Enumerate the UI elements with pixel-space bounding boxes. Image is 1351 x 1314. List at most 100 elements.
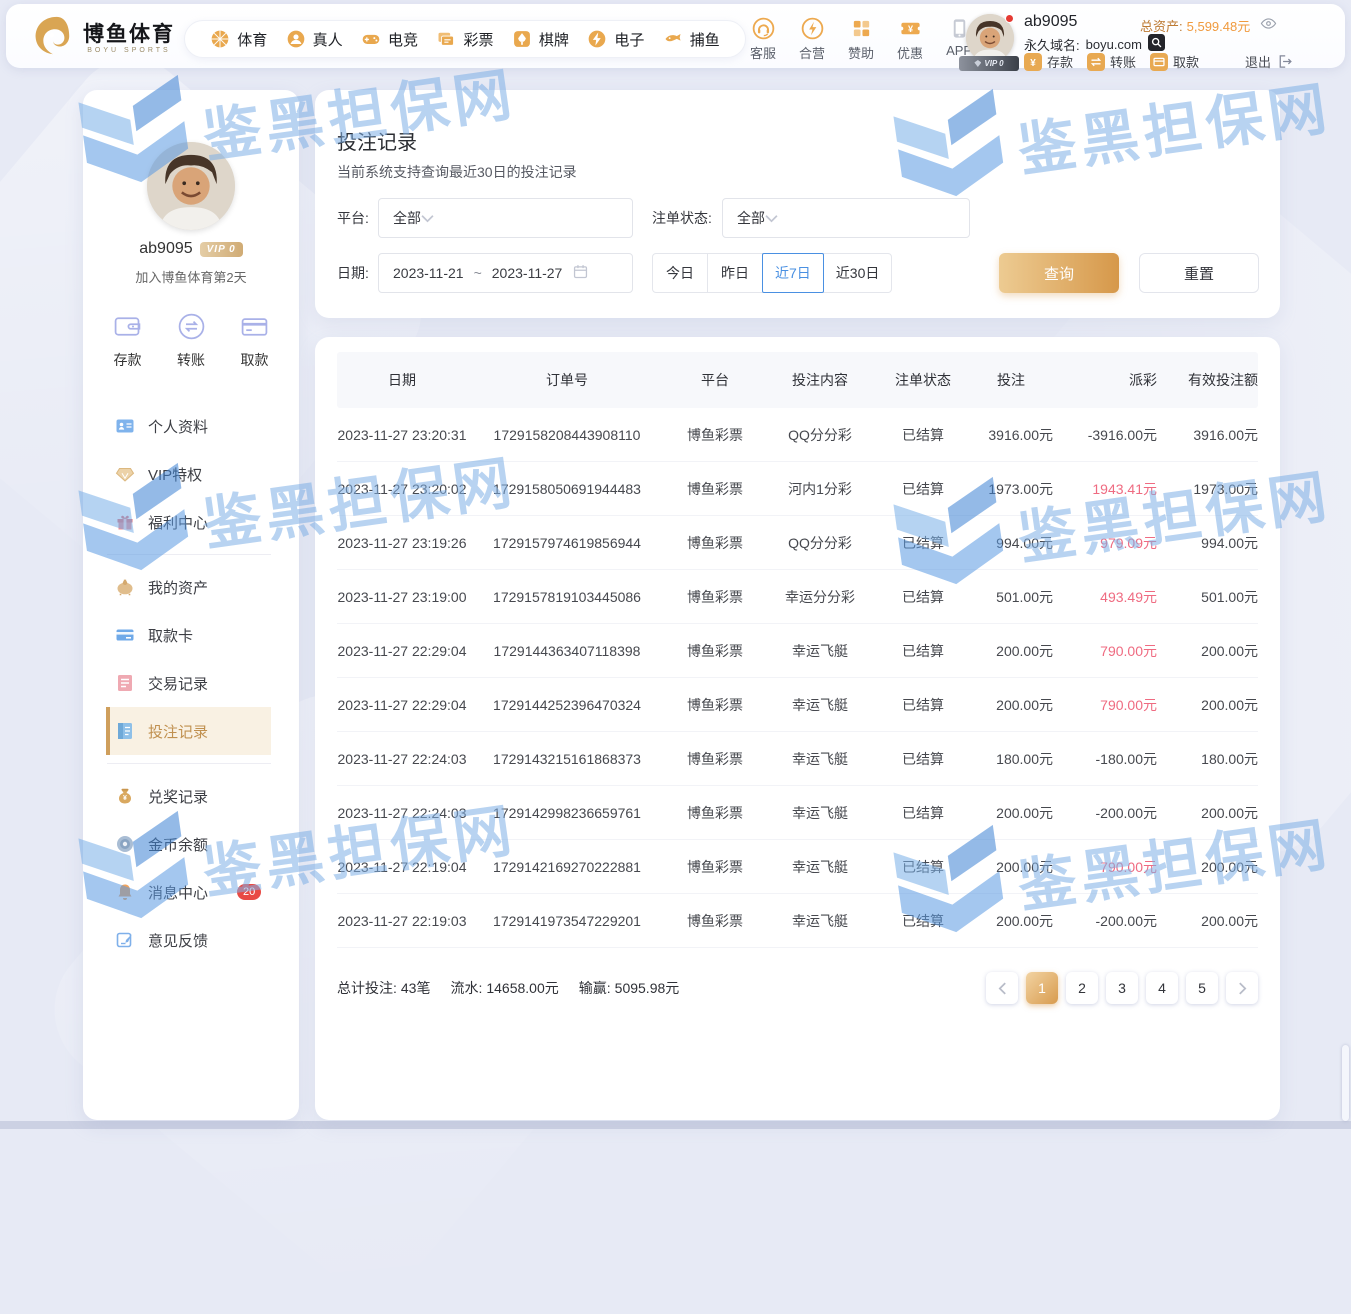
cell-status: 已结算 xyxy=(877,749,969,769)
transfer-button[interactable]: 转账 xyxy=(1087,52,1136,71)
withdraw-mini-icon xyxy=(1150,53,1168,71)
quick-link-promo[interactable]: ¥优惠 xyxy=(897,17,923,62)
sidebar-item-redeem[interactable]: ¥兑奖记录 xyxy=(106,772,271,820)
eye-icon[interactable] xyxy=(1254,15,1277,35)
nav-item-label: 电竞 xyxy=(388,29,418,50)
quick-link-partnership[interactable]: 合营 xyxy=(799,17,825,62)
cell-valid: 200.00元 xyxy=(1157,803,1258,823)
sidebar-item-withdraw-card[interactable]: 取款卡 xyxy=(106,611,271,659)
quick-date-today[interactable]: 今日 xyxy=(652,253,708,293)
sidebar-item-label: VIP特权 xyxy=(148,464,202,485)
cell-valid: 200.00元 xyxy=(1157,641,1258,661)
sport-icon xyxy=(210,29,230,49)
lottery-icon xyxy=(436,29,456,49)
menu-divider xyxy=(107,554,271,555)
cell-bet: 200.00元 xyxy=(969,641,1053,661)
cell-order: 1729142169270222881 xyxy=(467,859,667,875)
pagination-page-1[interactable]: 1 xyxy=(1026,972,1058,1004)
cell-platform: 博鱼彩票 xyxy=(667,641,763,661)
cell-platform: 博鱼彩票 xyxy=(667,479,763,499)
sidebar-item-messages[interactable]: 消息中心20 xyxy=(106,868,271,916)
summary-turnover: 流水:14658.00元 xyxy=(450,978,558,998)
cell-platform: 博鱼彩票 xyxy=(667,749,763,769)
headset-icon xyxy=(752,17,775,40)
cell-payout: 790.00元 xyxy=(1053,641,1157,661)
sidebar-action-transfer[interactable]: 转账 xyxy=(175,310,208,370)
transaction-doc-icon xyxy=(115,673,135,693)
nav-item-label: 棋牌 xyxy=(539,29,569,50)
cell-order: 1729158050691944483 xyxy=(467,481,667,497)
sidebar-item-label: 个人资料 xyxy=(148,416,208,437)
pagination-prev[interactable] xyxy=(986,972,1018,1004)
sidebar-item-profile[interactable]: 个人资料 xyxy=(106,402,271,450)
sidebar-action-withdraw[interactable]: 取款 xyxy=(238,310,271,370)
sidebar-item-feedback[interactable]: 意见反馈 xyxy=(106,916,271,964)
table-header-row: 日期订单号平台投注内容注单状态投注派彩有效投注额 xyxy=(337,352,1258,408)
withdraw-button[interactable]: 取款 xyxy=(1150,52,1199,71)
nav-item-sports[interactable]: 体育 xyxy=(210,29,267,50)
deposit-label: 存款 xyxy=(1047,52,1073,71)
cell-bet: 994.00元 xyxy=(969,533,1053,553)
search-badge-icon[interactable] xyxy=(1148,34,1165,54)
quick-date-last30[interactable]: 近30日 xyxy=(823,253,893,293)
logout-button[interactable]: 退出 xyxy=(1245,52,1293,71)
quick-date-yesterday[interactable]: 昨日 xyxy=(707,253,763,293)
summary-total: 总计投注:43笔 xyxy=(337,978,430,998)
sidebar-action-label: 转账 xyxy=(177,350,205,370)
promo-icon: ¥ xyxy=(899,17,922,40)
sidebar-item-label: 福利中心 xyxy=(148,512,208,533)
quick-link-label: 客服 xyxy=(750,43,776,62)
reset-button[interactable]: 重置 xyxy=(1139,253,1259,293)
nav-item-lottery[interactable]: 彩票 xyxy=(436,29,493,50)
column-header: 派彩 xyxy=(1053,370,1157,390)
cell-order: 1729157819103445086 xyxy=(467,589,667,605)
sidebar-item-transactions[interactable]: 交易记录 xyxy=(106,659,271,707)
svg-text:¥: ¥ xyxy=(1030,58,1036,69)
nav-item-chess[interactable]: 棋牌 xyxy=(512,29,569,50)
moneybag-icon: ¥ xyxy=(115,786,135,806)
pagination-page-5[interactable]: 5 xyxy=(1186,972,1218,1004)
nav-item-label: 彩票 xyxy=(463,29,493,50)
sidebar-item-coins[interactable]: 金币余额 xyxy=(106,820,271,868)
cell-status: 已结算 xyxy=(877,803,969,823)
sidebar-quick-actions: 存款转账 取款 xyxy=(83,310,299,370)
pagination-page-2[interactable]: 2 xyxy=(1066,972,1098,1004)
cell-payout: -200.00元 xyxy=(1053,911,1157,931)
cell-content: QQ分分彩 xyxy=(763,425,877,445)
sidebar-action-deposit[interactable]: 存款 xyxy=(111,310,144,370)
deposit-button[interactable]: ¥ 存款 xyxy=(1024,52,1073,71)
search-button[interactable]: 查询 xyxy=(999,253,1119,293)
sidebar-item-welfare[interactable]: 福利中心 xyxy=(106,498,271,546)
cell-content: 幸运飞艇 xyxy=(763,749,877,769)
cell-content: QQ分分彩 xyxy=(763,533,877,553)
feedback-icon xyxy=(115,930,135,950)
sidebar-item-assets[interactable]: 我的资产 xyxy=(106,563,271,611)
sponsor-icon xyxy=(850,17,873,40)
pagination-page-3[interactable]: 3 xyxy=(1106,972,1138,1004)
date-range-input[interactable]: 2023-11-21 ~ 2023-11-27 xyxy=(378,253,633,293)
pagination-next[interactable] xyxy=(1226,972,1258,1004)
nav-item-live[interactable]: 真人 xyxy=(286,29,343,50)
cell-valid: 501.00元 xyxy=(1157,587,1258,607)
filter-card: 投注记录 当前系统支持查询最近30日的投注记录 平台: 全部 注单状态: 全部 … xyxy=(315,90,1280,318)
pagination: 12345 xyxy=(986,972,1258,1004)
brand-logo[interactable]: 博鱼体育 BOYU SPORTS xyxy=(28,13,175,64)
avatar[interactable] xyxy=(147,142,235,230)
cell-valid: 3916.00元 xyxy=(1157,425,1258,445)
quick-link-support[interactable]: 客服 xyxy=(750,17,776,62)
nav-item-fishing[interactable]: 捕鱼 xyxy=(663,29,720,50)
scrollbar-thumb[interactable] xyxy=(1342,1045,1349,1121)
pagination-page-4[interactable]: 4 xyxy=(1146,972,1178,1004)
quick-link-sponsor[interactable]: 赞助 xyxy=(848,17,874,62)
cell-content: 幸运飞艇 xyxy=(763,803,877,823)
sidebar-item-vip[interactable]: VIP特权 xyxy=(106,450,271,498)
quick-date-last7[interactable]: 近7日 xyxy=(762,253,824,293)
platform-select[interactable]: 全部 xyxy=(378,198,633,238)
coin-icon xyxy=(115,834,135,854)
nav-item-esports[interactable]: 电竞 xyxy=(361,29,418,50)
status-select[interactable]: 全部 xyxy=(722,198,970,238)
cell-order: 1729144252396470324 xyxy=(467,697,667,713)
cell-valid: 180.00元 xyxy=(1157,749,1258,769)
sidebar-item-bet-records[interactable]: 投注记录 xyxy=(106,707,271,755)
nav-item-electronic[interactable]: 电子 xyxy=(587,29,644,50)
